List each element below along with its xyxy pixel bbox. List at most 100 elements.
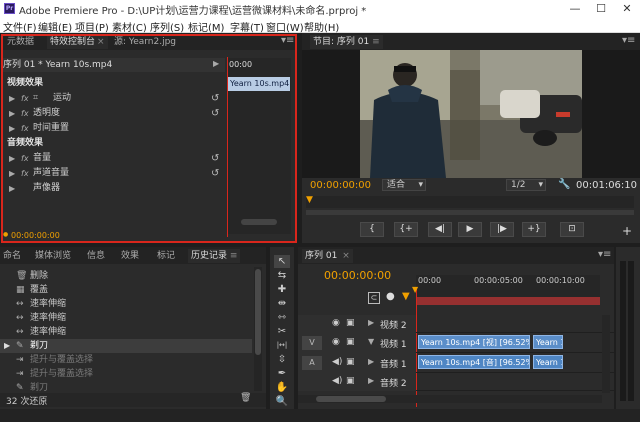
expand-icon[interactable]: ▶ <box>368 376 374 385</box>
video-clip[interactable]: Yearn 10s.mp4 [视] [96.52%] <box>418 335 530 349</box>
timeline-h-scrollbar[interactable] <box>298 395 602 403</box>
expand-icon[interactable]: ▶ <box>9 121 15 136</box>
menu-marker[interactable]: 标记(M) <box>188 19 224 34</box>
history-item[interactable]: ⇥ 提升与覆盖选择 <box>0 353 252 367</box>
history-item[interactable]: ↔ 速率伸缩 <box>0 325 252 339</box>
collapse-icon[interactable]: ▼ <box>368 337 374 346</box>
minimize-button[interactable]: — <box>562 0 588 17</box>
tab-history[interactable]: 历史记录 ≡ <box>188 249 241 263</box>
menu-edit[interactable]: 编辑(E) <box>38 19 72 34</box>
fx-icon[interactable]: fx <box>21 166 29 181</box>
razor-tool-icon[interactable]: ✂ <box>274 325 290 338</box>
tab-project[interactable]: 命名 <box>0 249 24 263</box>
menu-help[interactable]: 帮助(H) <box>304 19 339 34</box>
track-select-tool-icon[interactable]: ⇆ <box>274 269 290 282</box>
add-button-icon[interactable]: + <box>622 224 632 238</box>
playhead-icon[interactable]: ▼ <box>412 285 418 294</box>
go-to-out-button[interactable]: +} <box>522 222 546 237</box>
effect-row-channel-volume[interactable]: ▶ fx 声道音量 ↺ <box>3 166 225 181</box>
video-clip[interactable]: Yearn 1 <box>533 335 563 349</box>
close-button[interactable]: ✕ <box>614 0 640 17</box>
speaker-icon[interactable]: ◀) <box>332 376 342 386</box>
tab-effect-controls[interactable]: 特效控制台 × <box>47 35 108 49</box>
fx-icon[interactable]: fx <box>21 91 29 106</box>
history-item[interactable]: ↔ 速率伸缩 <box>0 311 252 325</box>
expand-icon[interactable]: ▶ <box>368 357 374 366</box>
effect-row-opacity[interactable]: ▶ fx 透明度 ↺ <box>3 106 225 121</box>
close-icon[interactable]: × <box>342 251 350 261</box>
program-current-time[interactable]: 00:00:00:00 <box>310 180 371 191</box>
close-icon[interactable]: × <box>97 37 105 47</box>
program-zoom-bar[interactable] <box>306 210 634 215</box>
effect-row-panner[interactable]: ▶ 声像器 <box>3 181 225 196</box>
eye-icon[interactable]: ◉ <box>332 318 340 328</box>
snap-icon[interactable]: ⊂ <box>368 292 380 304</box>
effect-zoom-scrollbar[interactable] <box>241 219 277 225</box>
add-marker-icon[interactable]: ▼ <box>402 291 410 302</box>
pen-tool-icon[interactable]: ✒ <box>274 367 290 380</box>
dropdown-icon[interactable]: ≡ <box>230 251 238 261</box>
expand-icon[interactable]: ▶ <box>9 181 15 196</box>
export-frame-button[interactable]: ⊡ <box>560 222 584 237</box>
tab-media-browser[interactable]: 媒体浏览 <box>32 249 74 263</box>
program-scrubber[interactable] <box>306 196 634 208</box>
expand-icon[interactable]: ▶ <box>368 318 374 327</box>
menu-window[interactable]: 窗口(W) <box>266 19 304 34</box>
tab-metadata[interactable]: 元数据 <box>4 35 37 49</box>
tab-markers[interactable]: 标记 <box>154 249 178 263</box>
fit-dropdown[interactable]: 适合 ▾ <box>382 179 426 191</box>
selection-tool-icon[interactable]: ↖ <box>274 255 290 268</box>
effect-row-time-remap[interactable]: ▶ fx 时间重置 <box>3 121 225 136</box>
eye-icon[interactable]: ◉ <box>332 337 340 347</box>
trash-icon[interactable]: 🗑 <box>240 393 251 403</box>
mark-in-button[interactable]: { <box>360 222 384 237</box>
fx-icon[interactable]: fx <box>21 151 29 166</box>
slip-tool-icon[interactable]: |↔| <box>274 339 290 352</box>
play-button[interactable]: ▶ <box>458 222 482 237</box>
panel-menu-icon[interactable]: ▾≡ <box>281 35 294 46</box>
speaker-icon[interactable]: ◀) <box>332 357 342 367</box>
go-to-in-button[interactable]: {+ <box>394 222 418 237</box>
lock-icon[interactable]: ▣ <box>346 357 355 367</box>
audio-clip[interactable]: Yearn 10s.mp4 [音] [96.52%] <box>418 355 530 369</box>
source-patch-v[interactable]: V <box>302 336 322 350</box>
scrollbar-thumb[interactable] <box>255 269 261 355</box>
tab-source[interactable]: 源: Yearn2.jpg <box>111 35 179 49</box>
tab-program[interactable]: 节目: 序列 01 ≡ <box>310 35 383 49</box>
history-item[interactable]: 🗑 删除 <box>0 269 252 283</box>
tab-effects[interactable]: 效果 <box>118 249 142 263</box>
lock-icon[interactable]: ▣ <box>346 318 355 328</box>
menu-project[interactable]: 项目(P) <box>75 19 109 34</box>
audio-clip[interactable]: Yearn 1 <box>533 355 563 369</box>
reset-icon[interactable]: ↺ <box>211 151 219 166</box>
expand-icon[interactable]: ▶ <box>9 91 15 106</box>
menu-clip[interactable]: 素材(C) <box>112 19 147 34</box>
effect-row-volume[interactable]: ▶ fx 音量 ↺ <box>3 151 225 166</box>
history-item[interactable]: ⇥ 提升与覆盖选择 <box>0 367 252 381</box>
resolution-dropdown[interactable]: 1/2 ▾ <box>506 179 546 191</box>
work-area-bar[interactable] <box>416 297 600 305</box>
expand-icon[interactable]: ▶ <box>9 106 15 121</box>
menu-sequence[interactable]: 序列(S) <box>150 19 184 34</box>
expand-icon[interactable]: ▶ <box>9 151 15 166</box>
rate-stretch-tool-icon[interactable]: ⇿ <box>274 311 290 324</box>
source-patch-a[interactable]: A <box>302 356 322 370</box>
step-back-button[interactable]: ◀| <box>428 222 452 237</box>
marker-icon[interactable]: ● <box>386 291 395 302</box>
panel-menu-icon[interactable]: ▾≡ <box>598 249 611 260</box>
scrollbar-thumb[interactable] <box>316 396 386 402</box>
timeline-v-scrollbar[interactable] <box>602 315 610 393</box>
history-item[interactable]: ✎ 剃刀 <box>0 381 252 391</box>
slide-tool-icon[interactable]: ⇳ <box>274 353 290 366</box>
history-item[interactable]: ↔ 速率伸缩 <box>0 297 252 311</box>
menu-file[interactable]: 文件(F) <box>3 19 37 34</box>
reset-icon[interactable]: ↺ <box>211 91 219 106</box>
menu-title[interactable]: 字幕(T) <box>230 19 264 34</box>
panel-menu-icon[interactable]: ▾≡ <box>622 35 635 46</box>
maximize-button[interactable]: ☐ <box>588 0 614 17</box>
effect-row-motion[interactable]: ▶ fx ⌗ 运动 ↺ <box>3 91 225 106</box>
dropdown-icon[interactable]: ≡ <box>372 37 380 47</box>
rolling-edit-tool-icon[interactable]: ⇹ <box>274 297 290 310</box>
tab-sequence[interactable]: 序列 01 × <box>302 249 353 263</box>
timeline-timecode[interactable]: 00:00:00:00 <box>324 269 391 282</box>
